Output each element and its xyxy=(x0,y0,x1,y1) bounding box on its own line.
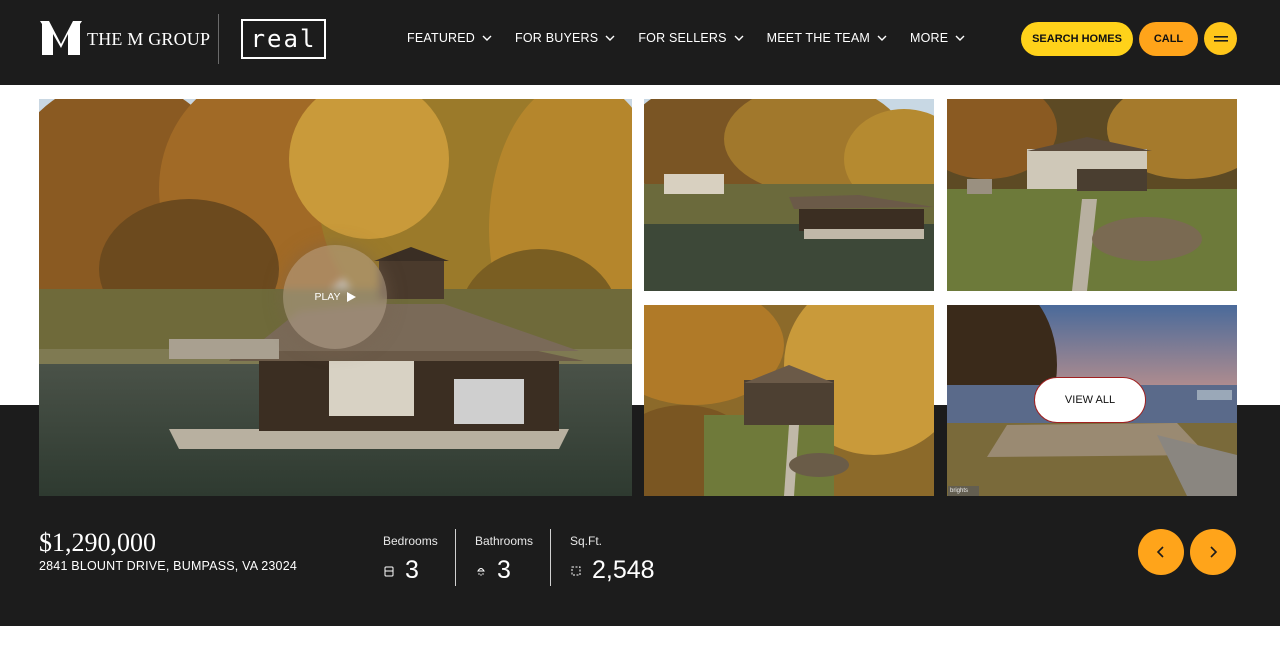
nav-meet-the-team[interactable]: MEET THE TEAM xyxy=(767,31,887,45)
stat-value: 3 xyxy=(405,556,419,584)
previous-button[interactable] xyxy=(1138,529,1184,575)
nav-label: MEET THE TEAM xyxy=(766,31,870,45)
main-nav: FEATURED FOR BUYERS FOR SELLERS MEET THE… xyxy=(407,31,988,45)
gallery-thumb-4[interactable] xyxy=(644,305,934,496)
stat-divider xyxy=(550,529,551,586)
stat-value: 2,548 xyxy=(592,556,655,584)
call-button[interactable]: CALL xyxy=(1139,22,1198,56)
chevron-left-icon xyxy=(1156,546,1164,558)
chevron-down-icon xyxy=(955,35,965,41)
stat-bedrooms: Bedrooms 3 xyxy=(383,534,438,585)
play-video-button[interactable]: PLAY xyxy=(283,245,387,349)
nav-more[interactable]: MORE xyxy=(910,31,965,45)
stat-label: Bathrooms xyxy=(475,534,534,548)
site-header: THE M GROUP real FEATURED FOR BUYERS FOR… xyxy=(0,0,1280,85)
play-icon xyxy=(346,292,356,302)
play-label: PLAY xyxy=(314,291,341,303)
menu-button[interactable] xyxy=(1204,22,1237,55)
stat-sqft: Sq.Ft. 2,548 xyxy=(570,534,655,585)
chevron-right-icon xyxy=(1210,546,1218,558)
search-homes-button[interactable]: SEARCH HOMES xyxy=(1021,22,1133,56)
nav-label: MORE xyxy=(909,31,949,45)
brand-name[interactable]: THE M GROUP xyxy=(87,29,210,50)
gallery-thumb-3[interactable] xyxy=(947,99,1237,291)
stat-label: Sq.Ft. xyxy=(570,534,603,548)
chevron-down-icon xyxy=(482,35,492,41)
stat-divider xyxy=(455,529,456,586)
listing-price: $1,290,000 xyxy=(39,528,156,557)
area-icon xyxy=(571,566,581,575)
chevron-down-icon xyxy=(605,35,615,41)
nav-featured[interactable]: FEATURED xyxy=(407,31,492,45)
stat-value: 3 xyxy=(497,556,511,584)
nav-label: FOR SELLERS xyxy=(638,31,727,45)
nav-for-buyers[interactable]: FOR BUYERS xyxy=(515,31,615,45)
hamburger-icon xyxy=(1213,35,1228,42)
gallery-thumb-2[interactable] xyxy=(644,99,934,291)
nav-label: FOR BUYERS xyxy=(515,31,599,45)
stat-label: Bedrooms xyxy=(383,534,438,548)
real-logo[interactable]: real xyxy=(241,19,326,59)
brights-watermark: brights xyxy=(948,486,979,496)
next-button[interactable] xyxy=(1190,529,1236,575)
shower-icon xyxy=(477,567,485,576)
nav-label: FEATURED xyxy=(407,31,476,45)
nav-for-sellers[interactable]: FOR SELLERS xyxy=(638,31,744,45)
chevron-down-icon xyxy=(877,35,887,41)
view-all-button[interactable]: VIEW ALL xyxy=(1034,377,1146,423)
chevron-down-icon xyxy=(734,35,744,41)
logo-divider xyxy=(218,14,219,64)
listing-address: 2841 BLOUNT DRIVE, BUMPASS, VA 23024 xyxy=(39,559,298,573)
stat-bathrooms: Bathrooms 3 xyxy=(475,534,533,585)
bed-icon xyxy=(384,566,394,576)
m-group-logo-icon[interactable] xyxy=(40,20,82,56)
